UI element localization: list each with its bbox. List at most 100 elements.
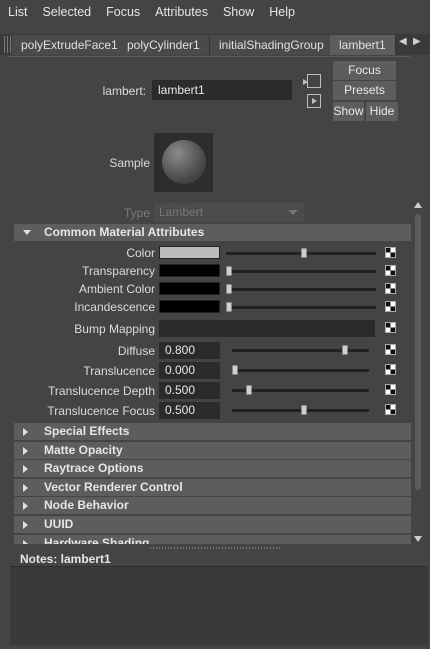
bump-mapping-field[interactable] [159, 320, 375, 337]
slider-handle[interactable] [245, 385, 252, 395]
map-checker-icon[interactable] [385, 283, 396, 294]
section-header[interactable]: UUID [14, 516, 411, 533]
expand-triangle-icon [23, 428, 28, 436]
tab-initialshadinggroup[interactable]: initialShadingGroup [210, 35, 334, 55]
map-checker-icon[interactable] [385, 364, 396, 375]
tab-polycylinder1[interactable]: polyCylinder1 [118, 35, 210, 55]
material-sample [154, 133, 213, 192]
expand-triangle-icon [23, 502, 28, 510]
vertical-scrollbar[interactable] [413, 200, 425, 545]
section-title: Node Behavior [44, 498, 129, 512]
slider-track[interactable] [226, 288, 376, 291]
bump-map-checker-icon[interactable] [385, 322, 396, 333]
value-row-label: Diffuse [117, 344, 155, 358]
notes-label: Notes: lambert1 [20, 552, 111, 566]
section-title: Matte Opacity [44, 443, 123, 457]
menu-show[interactable]: Show [223, 5, 254, 19]
type-dropdown: Lambert [154, 203, 304, 222]
color-swatch[interactable] [159, 264, 220, 277]
slider-handle[interactable] [226, 266, 232, 276]
expand-triangle-icon [23, 447, 28, 455]
color-row-label: Ambient Color [78, 282, 155, 296]
expand-triangle-icon [23, 521, 28, 529]
scroll-down-icon[interactable] [414, 536, 422, 542]
section-title: Special Effects [44, 424, 130, 438]
node-name-field[interactable]: lambert1 [152, 80, 292, 100]
slider-track[interactable] [226, 306, 376, 309]
slider-handle[interactable] [300, 405, 307, 415]
section-header[interactable]: Raytrace Options [14, 460, 411, 477]
menu-list[interactable]: List [8, 5, 27, 19]
slider-track[interactable] [232, 349, 369, 352]
slider-track[interactable] [226, 270, 376, 273]
value-row-label: Translucence Focus [47, 404, 155, 418]
slider-handle[interactable] [226, 302, 232, 312]
section-title: Raytrace Options [44, 461, 144, 475]
color-row-label: Color [126, 246, 155, 260]
expand-triangle-icon [23, 465, 28, 473]
color-swatch[interactable] [159, 300, 220, 313]
value-row-label: Translucence [83, 364, 155, 378]
presets-button[interactable]: Presets [333, 81, 396, 100]
color-row-label: Transparency [82, 264, 155, 278]
section-header[interactable]: Matte Opacity [14, 442, 411, 459]
map-checker-icon[interactable] [385, 384, 396, 395]
notes-splitter[interactable] [150, 547, 280, 549]
color-swatch[interactable] [159, 282, 220, 295]
tab-lambert1[interactable]: lambert1 [330, 35, 396, 55]
slider-track[interactable] [232, 389, 369, 392]
map-checker-icon[interactable] [385, 265, 396, 276]
expand-triangle-icon [23, 484, 28, 492]
input-connections-icon[interactable] [303, 74, 321, 88]
slider-handle[interactable] [341, 345, 348, 355]
chevron-down-icon [288, 210, 298, 215]
menu-bar: List Selected Focus Attributes Show Help [0, 0, 430, 24]
section-title: UUID [44, 517, 74, 531]
section-header[interactable]: Hardware Shading [14, 535, 411, 544]
section-title: Hardware Shading [44, 536, 150, 544]
menu-help[interactable]: Help [269, 5, 295, 19]
value-input[interactable]: 0.800 [159, 342, 220, 359]
color-swatch[interactable] [159, 246, 220, 259]
section-header[interactable]: Special Effects [14, 423, 411, 440]
value-input[interactable]: 0.000 [159, 362, 220, 379]
value-input[interactable]: 0.500 [159, 402, 220, 419]
tab-scroll-left-icon[interactable]: ◀ [399, 36, 407, 47]
section-common-material-attributes[interactable]: Common Material Attributes [14, 224, 411, 241]
sample-sphere-icon [162, 140, 206, 184]
section-title: Vector Renderer Control [44, 480, 183, 494]
tab-scroll-right-icon[interactable]: ▶ [413, 36, 421, 47]
section-header[interactable]: Vector Renderer Control [14, 479, 411, 496]
value-row-label: Translucence Depth [48, 384, 155, 398]
slider-handle[interactable] [301, 248, 307, 258]
show-button[interactable]: Show [333, 102, 364, 121]
map-checker-icon[interactable] [385, 301, 396, 312]
hide-button[interactable]: Hide [366, 102, 398, 121]
section-title: Common Material Attributes [44, 225, 205, 239]
output-connections-icon[interactable] [307, 94, 321, 108]
scroll-up-icon[interactable] [414, 202, 422, 208]
map-checker-icon[interactable] [385, 247, 396, 258]
menu-selected[interactable]: Selected [42, 5, 91, 19]
slider-handle[interactable] [226, 284, 232, 294]
map-checker-icon[interactable] [385, 344, 396, 355]
scroll-thumb[interactable] [415, 214, 421, 490]
notes-textarea[interactable] [10, 566, 428, 645]
slider-track[interactable] [232, 369, 369, 372]
focus-button[interactable]: Focus [333, 61, 396, 80]
node-type-label: lambert: [102, 84, 146, 98]
map-checker-icon[interactable] [385, 404, 396, 415]
menu-attributes[interactable]: Attributes [155, 5, 208, 19]
tab-polyextrudeface1[interactable]: polyExtrudeFace1 [12, 35, 128, 55]
tab-divider [8, 56, 410, 57]
type-label: Type [123, 206, 150, 220]
menu-focus[interactable]: Focus [106, 5, 140, 19]
node-tab-bar: polyExtrudeFace1 polyCylinder1 initialSh… [0, 34, 430, 55]
grip-handle[interactable] [4, 36, 12, 53]
slider-handle[interactable] [232, 365, 238, 375]
bump-mapping-label: Bump Mapping [74, 322, 155, 336]
section-header[interactable]: Node Behavior [14, 497, 411, 514]
value-input[interactable]: 0.500 [159, 382, 220, 399]
color-row-label: Incandescence [74, 300, 155, 314]
collapse-triangle-icon [23, 230, 31, 235]
